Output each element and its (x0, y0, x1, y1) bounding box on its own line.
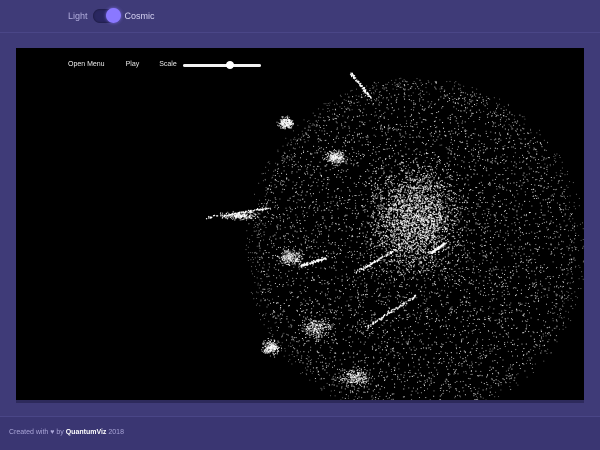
theme-cosmic-label[interactable]: Cosmic (125, 7, 155, 25)
heart-icon: ♥ (50, 429, 55, 436)
visualization-canvas[interactable]: Open Menu Play Scale (16, 48, 584, 403)
theme-switch[interactable] (92, 8, 121, 23)
top-bar: Light Cosmic (0, 0, 600, 33)
footer-year: 2018 (108, 429, 124, 436)
page: Light Cosmic Open Menu Play Scale Create… (0, 0, 600, 450)
footer-prefix: Created with (9, 429, 49, 436)
play-button[interactable]: Play (126, 58, 140, 72)
scale-slider-track[interactable] (182, 64, 261, 67)
scale-label: Scale (159, 61, 177, 68)
visualization-controls: Open Menu Play Scale (68, 58, 261, 72)
footer: Created with ♥ by QuantumViz 2018 (0, 416, 600, 450)
footer-credit: Created with ♥ by QuantumViz 2018 (9, 428, 124, 438)
point-cloud[interactable] (16, 48, 584, 400)
footer-brand-link[interactable]: QuantumViz (66, 429, 107, 436)
scale-slider[interactable] (182, 58, 261, 72)
theme-toggle[interactable]: Light Cosmic (68, 7, 155, 25)
scale-slider-thumb[interactable] (225, 61, 234, 69)
theme-switch-knob[interactable] (105, 8, 121, 23)
theme-light-label[interactable]: Light (68, 7, 88, 25)
footer-by: by (56, 429, 64, 436)
open-menu-button[interactable]: Open Menu (68, 58, 105, 72)
